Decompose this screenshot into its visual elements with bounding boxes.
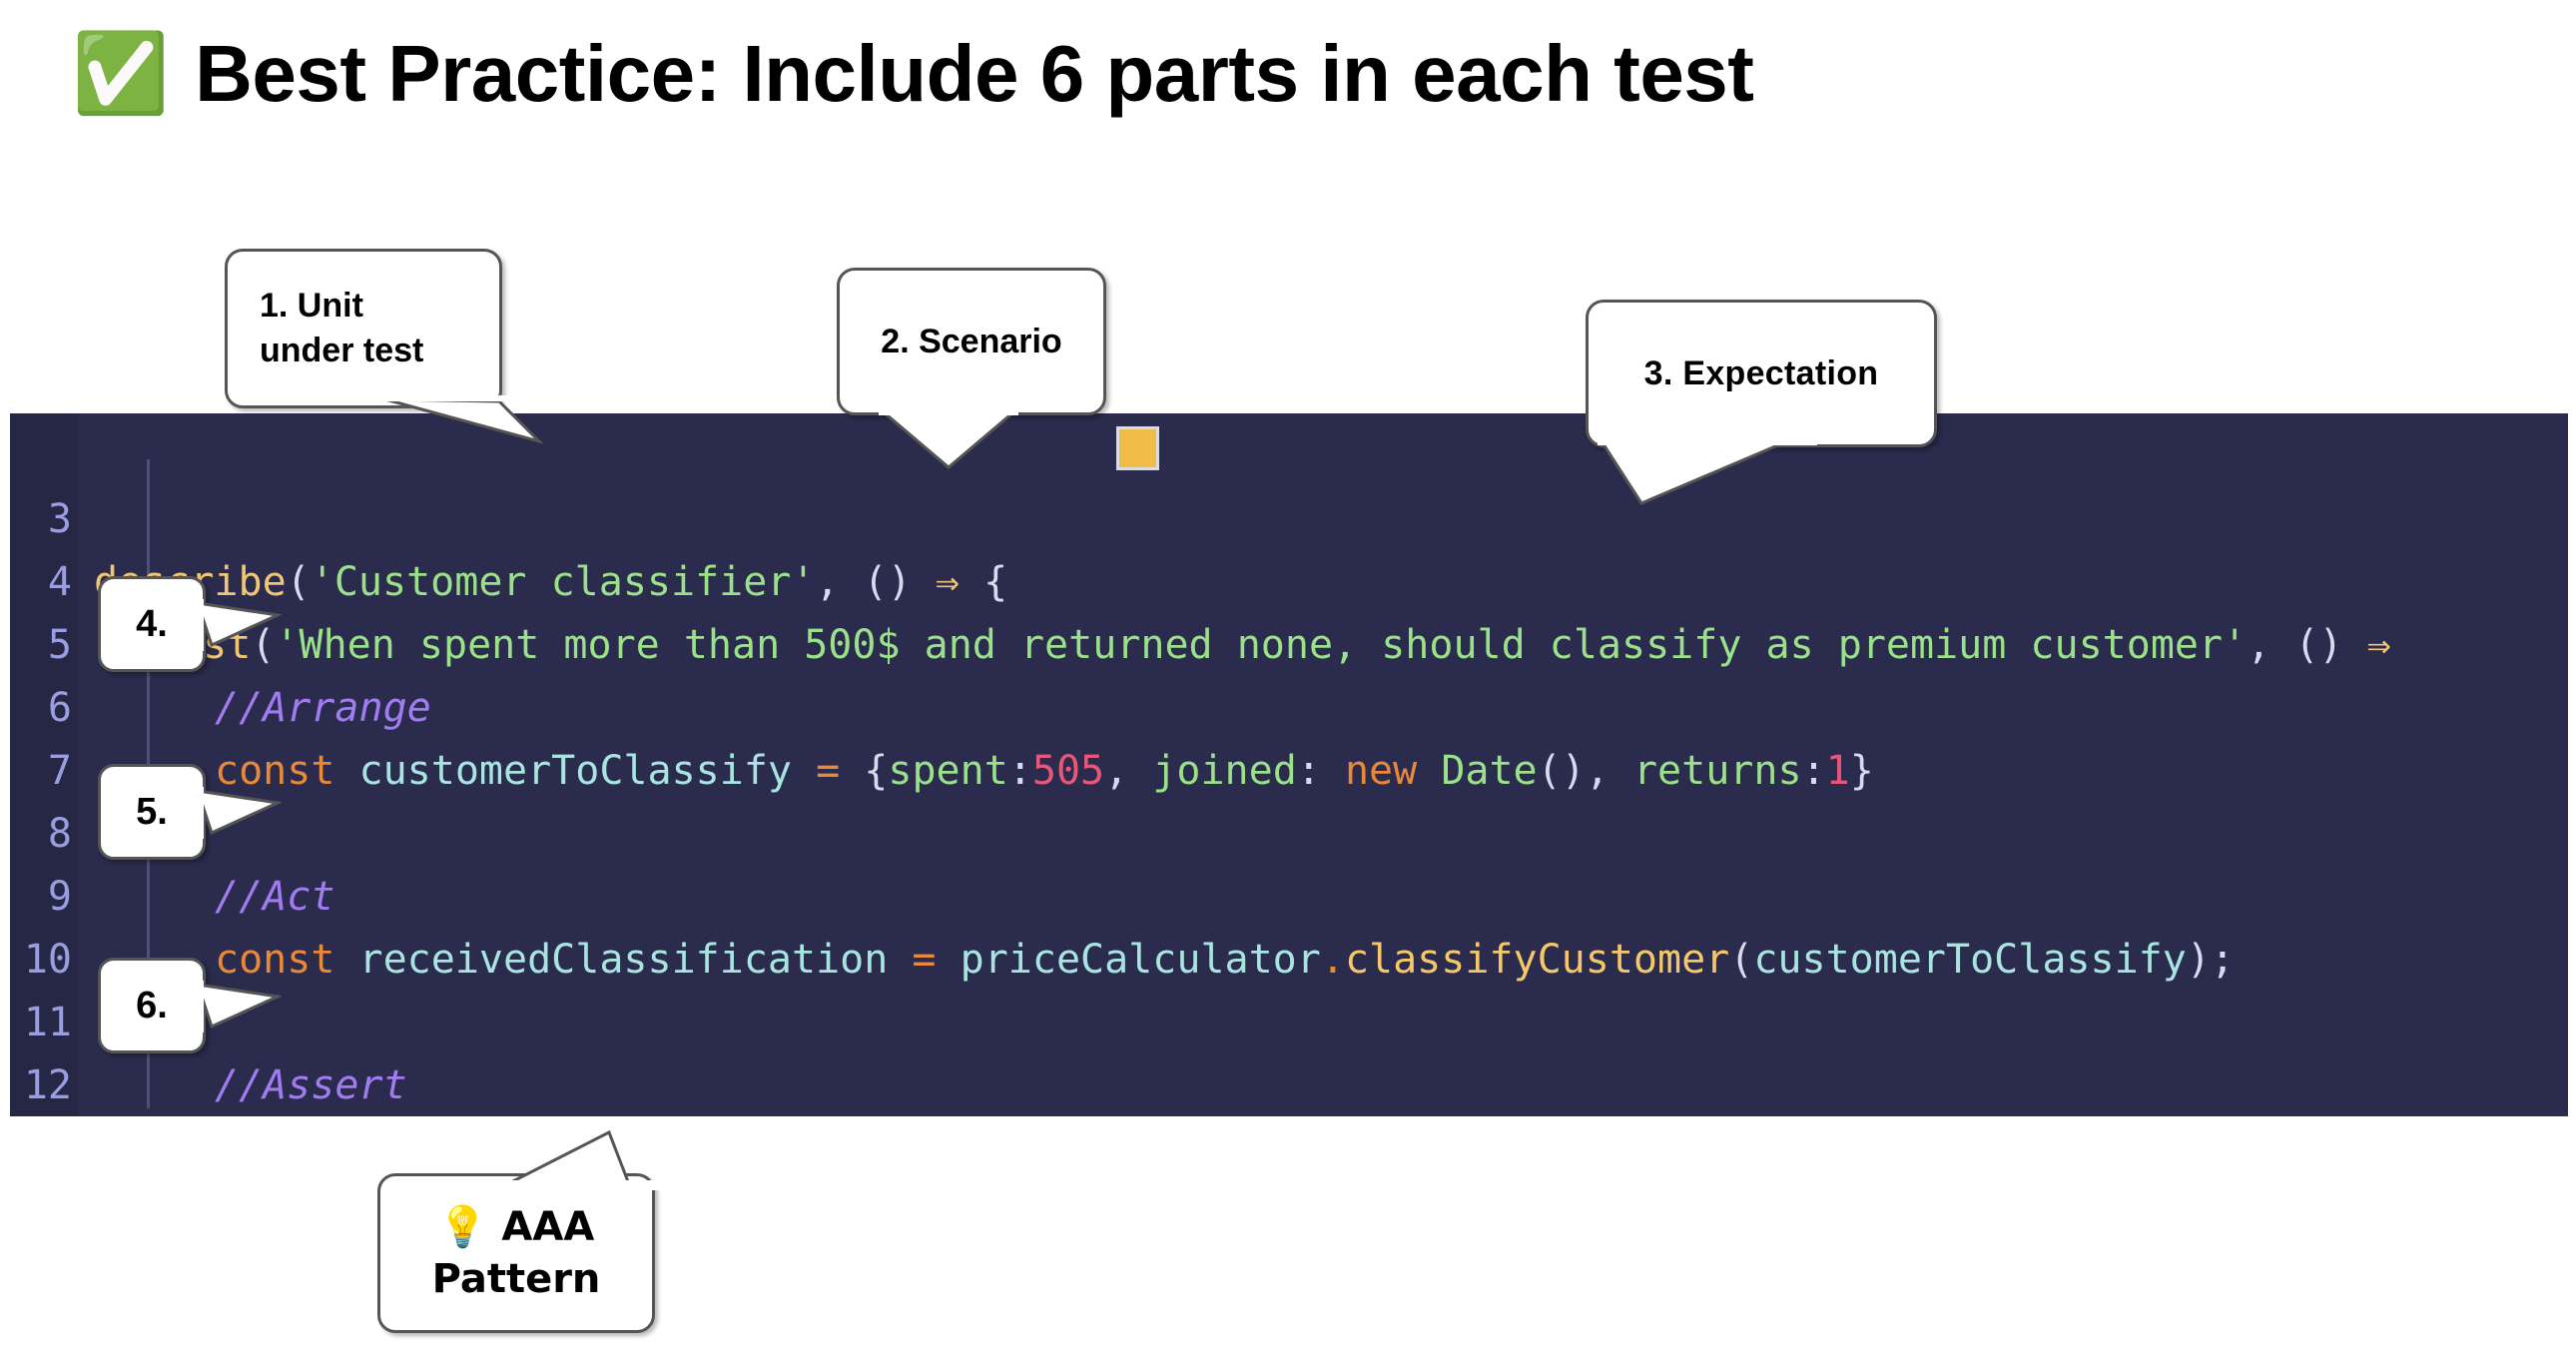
callout-2-tail <box>879 409 1018 469</box>
callout-6-tail <box>196 981 282 1032</box>
callout-5-tail <box>196 787 282 839</box>
code-line: 13 }); <box>10 1054 2568 1116</box>
code-line: 8 //Act <box>10 740 2568 920</box>
callout-unit-under-test[interactable]: 1. Unit under test <box>225 249 502 408</box>
callout-1-label: 1. Unit under test <box>260 287 424 369</box>
callout-5-label: 5. <box>136 790 168 833</box>
callout-expectation[interactable]: 3. Expectation <box>1586 300 1937 447</box>
code-line: 7 <box>10 677 2568 794</box>
callout-aaa-tail <box>499 1129 689 1190</box>
callout-arrange-number[interactable]: 4. <box>98 576 206 672</box>
callout-4-label: 4. <box>136 602 168 645</box>
code-line: 4 test('When spent more than 500$ and re… <box>10 488 2568 668</box>
page-title: ✅ Best Practice: Include 6 parts in each… <box>72 28 1754 120</box>
code-line: 12 expect(receivedClassification).toMatc… <box>10 992 2568 1108</box>
callout-aaa-pattern[interactable]: 💡 AAA Pattern <box>377 1173 655 1333</box>
code-line: 6 const customerToClassify = {spent:505,… <box>10 614 2568 794</box>
code-line: 11 //Assert <box>10 929 2568 1108</box>
callout-assert-number[interactable]: 6. <box>98 958 206 1053</box>
code-line: 5 //Arrange <box>10 551 2568 731</box>
code-editor: 3 describe('Customer classifier', () ⇒ {… <box>10 413 2568 1116</box>
callout-1-tail <box>379 395 579 444</box>
white-check-mark-icon: ✅ <box>72 29 170 119</box>
code-line: 9 const receivedClassification = priceCa… <box>10 803 2568 983</box>
callout-act-number[interactable]: 5. <box>98 764 206 860</box>
callout-6-label: 6. <box>136 984 168 1027</box>
callout-scenario[interactable]: 2. Scenario <box>837 268 1106 415</box>
callout-4-tail <box>196 599 282 651</box>
slide-root: ✅ Best Practice: Include 6 parts in each… <box>0 0 2576 1370</box>
callout-2-label: 2. Scenario <box>881 322 1062 360</box>
editor-cursor-block <box>1116 426 1159 470</box>
page-title-text: Best Practice: Include 6 parts in each t… <box>195 29 1754 118</box>
callout-aaa-label: 💡 AAA Pattern <box>431 1204 601 1302</box>
callout-3-tail <box>1598 439 1817 505</box>
code-line: 10 <box>10 866 2568 983</box>
callout-3-label: 3. Expectation <box>1643 353 1879 392</box>
